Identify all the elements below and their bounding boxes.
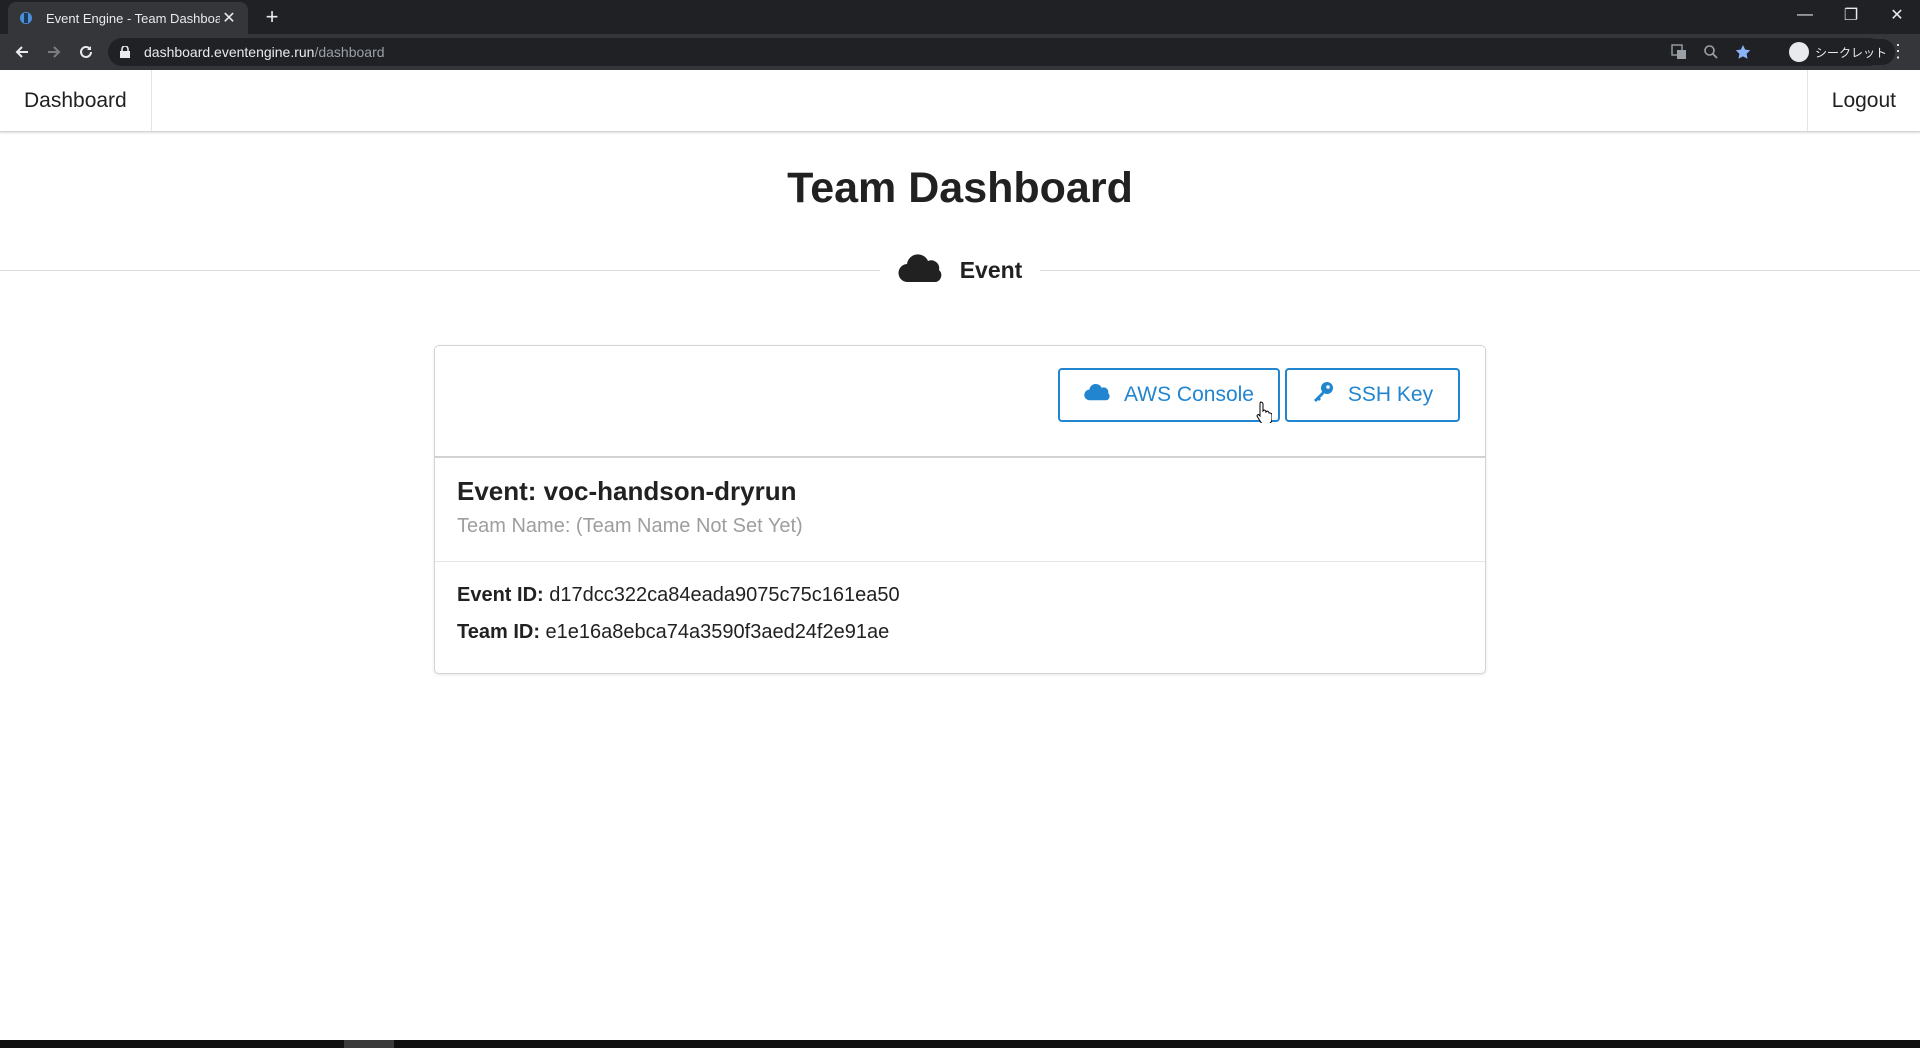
divider-line-right <box>1040 269 1920 271</box>
plus-icon[interactable]: + <box>258 4 286 32</box>
profile-label: シークレット <box>1815 45 1888 60</box>
team-id-value: e1e16a8ebca74a3590f3aed24f2e91ae <box>545 621 890 643</box>
nav-dashboard-link[interactable]: Dashboard <box>0 70 152 131</box>
section-divider: Event <box>0 250 1920 290</box>
aws-console-label: AWS Console <box>1124 383 1254 406</box>
incognito-profile-chip[interactable]: シークレット <box>1786 39 1896 65</box>
pointer-cursor-icon <box>1256 401 1273 425</box>
card-body: Event ID: d17dcc322ca84eada9075c75c161ea… <box>435 562 1485 680</box>
cloud-icon <box>1084 383 1110 407</box>
lock-icon <box>120 45 134 59</box>
event-name: Event: voc-handson-dryrun <box>457 476 797 506</box>
aws-console-button[interactable]: AWS Console <box>1058 368 1280 422</box>
cloud-icon <box>898 253 942 288</box>
url-host: dashboard.eventengine.run <box>144 44 315 60</box>
incognito-icon <box>1789 42 1809 62</box>
key-icon <box>1312 381 1334 409</box>
taskbar-item[interactable] <box>344 1040 394 1048</box>
address-bar[interactable]: dashboard.eventengine.run/dashboard <box>108 38 1883 66</box>
page-title: Team Dashboard <box>787 164 1133 212</box>
browser-tab-active[interactable]: Event Engine - Team Dashboard ✕ <box>8 2 248 34</box>
browser-toolbar: dashboard.eventengine.run/dashboard ⋮ <box>0 34 1920 70</box>
tab-title: Event Engine - Team Dashboard <box>46 10 220 26</box>
actions-card: AWS Console SSH Key <box>434 345 1486 457</box>
logout-link[interactable]: Logout <box>1806 70 1920 131</box>
back-icon[interactable] <box>8 38 36 66</box>
card-header: Event: voc-handson-dryrun Team Name: (Te… <box>435 458 1485 562</box>
translate-icon[interactable] <box>1669 42 1689 62</box>
minimize-icon[interactable]: — <box>1782 0 1828 30</box>
forward-icon[interactable] <box>40 38 68 66</box>
team-name: Team Name: (Team Name Not Set Yet) <box>457 515 803 537</box>
star-icon[interactable] <box>1733 42 1753 62</box>
url-path: /dashboard <box>314 44 385 60</box>
close-icon[interactable]: ✕ <box>220 8 238 28</box>
favicon-icon <box>18 10 34 26</box>
event-id-label: Event ID: <box>457 584 544 606</box>
browser-tab-bar: Event Engine - Team Dashboard ✕ + — ❐ ✕ <box>0 0 1920 34</box>
app-navbar: Dashboard Logout <box>0 70 1920 132</box>
window-close-icon[interactable]: ✕ <box>1874 0 1920 30</box>
divider-line-left <box>0 269 880 271</box>
event-id-row: Event ID: d17dcc322ca84eada9075c75c161ea… <box>457 584 1463 607</box>
event-id-value: d17dcc322ca84eada9075c75c161ea50 <box>549 584 900 606</box>
ssh-key-label: SSH Key <box>1347 383 1434 406</box>
reload-icon[interactable] <box>72 38 100 66</box>
ssh-key-button[interactable]: SSH Key <box>1285 368 1460 422</box>
event-details-card: Event: voc-handson-dryrun Team Name: (Te… <box>434 457 1486 674</box>
team-id-row: Team ID: e1e16a8ebca74a3590f3aed24f2e91a… <box>457 621 1463 644</box>
os-taskbar <box>0 1040 1920 1048</box>
team-id-label: Team ID: <box>457 621 540 643</box>
restore-icon[interactable]: ❐ <box>1828 0 1874 30</box>
zoom-icon[interactable] <box>1701 42 1721 62</box>
section-label: Event <box>959 256 1023 283</box>
